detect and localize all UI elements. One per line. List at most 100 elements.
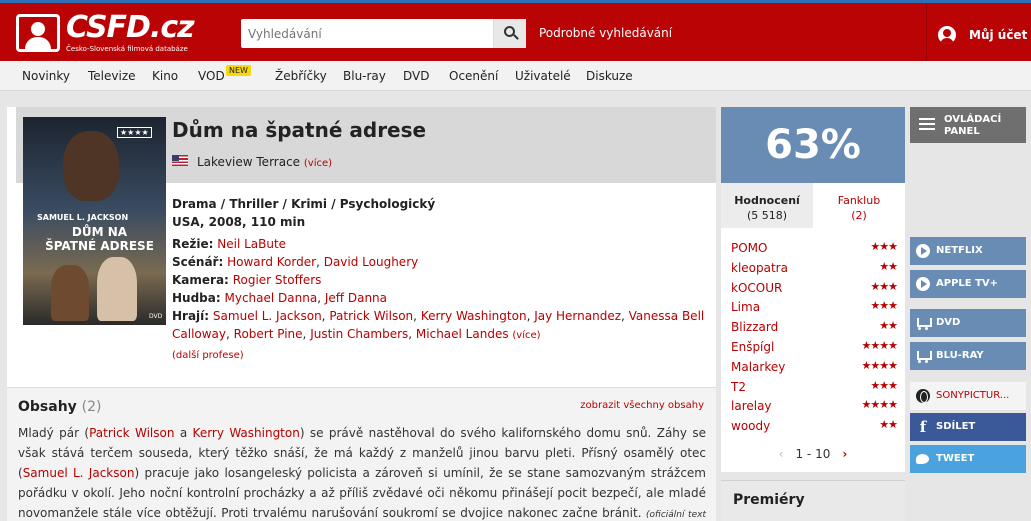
cast-link[interactable]: Robert Pine bbox=[234, 327, 303, 341]
pager-range: 1 - 10 bbox=[795, 447, 831, 461]
chevron-left-icon[interactable]: ‹ bbox=[779, 447, 784, 461]
plot-text: Mladý pár (Patrick Wilson a Kerry Washin… bbox=[18, 423, 706, 521]
tab-ratings[interactable]: Hodnocení (5 518) bbox=[721, 183, 813, 228]
list-item: woody ★★ bbox=[731, 418, 898, 438]
tab-ratings-count: (5 518) bbox=[746, 209, 788, 222]
plot-title-text: Obsahy bbox=[18, 399, 77, 415]
director-link[interactable]: Neil LaBute bbox=[217, 237, 286, 251]
rating-stars: ★★★★ bbox=[861, 358, 898, 372]
poster-figure-woman bbox=[51, 265, 89, 321]
user-link[interactable]: woody bbox=[731, 419, 770, 433]
nav-item-dvd[interactable]: DVD bbox=[403, 69, 429, 83]
user-link[interactable]: kOCOUR bbox=[731, 281, 782, 295]
writer-label: Scénář: bbox=[172, 255, 224, 269]
nav-item-televize[interactable]: Televize bbox=[88, 69, 136, 83]
main-nav: Novinky Televize Kino VOD NEW Žebříčky B… bbox=[0, 61, 1031, 91]
nav-item-novinky[interactable]: Novinky bbox=[22, 69, 70, 83]
plot-text-part: Mladý pár ( bbox=[18, 426, 90, 440]
user-link[interactable]: Malarkey bbox=[731, 360, 785, 374]
writer-link[interactable]: David Loughery bbox=[324, 255, 419, 269]
search-button[interactable] bbox=[493, 19, 526, 48]
site-logo[interactable]: CSFD.cz Česko-Slovenská filmová databáze bbox=[16, 10, 195, 56]
control-panel-button[interactable]: OVLÁDACÍ PANEL bbox=[910, 107, 1026, 143]
plot-actor-link[interactable]: Kerry Washington bbox=[193, 426, 300, 440]
rating-stars: ★★★★ bbox=[861, 398, 898, 412]
search-input[interactable] bbox=[241, 19, 493, 48]
film-poster[interactable]: ★★★★ SAMUEL L. JACKSON DŮM NA ŠPATNÉ ADR… bbox=[23, 117, 166, 325]
nav-item-oceneni[interactable]: Ocenění bbox=[449, 69, 498, 83]
more-professions-link[interactable]: (další profese) bbox=[172, 350, 244, 361]
music-link[interactable]: Mychael Danna bbox=[225, 291, 318, 305]
cast-link[interactable]: Michael Landes bbox=[416, 327, 509, 341]
cast-link[interactable]: Justin Chambers bbox=[310, 327, 408, 341]
netflix-button[interactable]: NETFLIX bbox=[910, 237, 1026, 265]
tweet-label: TWEET bbox=[936, 453, 975, 464]
twitter-tweet-button[interactable]: TWEET bbox=[910, 445, 1026, 473]
user-link[interactable]: T2 bbox=[731, 380, 746, 394]
rating-stars: ★★★ bbox=[870, 279, 898, 293]
dvd-buy-label: DVD bbox=[936, 317, 961, 328]
film-genres: Drama / Thriller / Krimi / Psychologický bbox=[172, 197, 436, 211]
cart-icon bbox=[916, 316, 932, 330]
user-link[interactable]: Blizzard bbox=[731, 320, 778, 334]
rating-stars: ★★★ bbox=[870, 240, 898, 253]
show-all-plots-link[interactable]: zobrazit všechny obsahy bbox=[580, 400, 704, 411]
user-link[interactable]: kleopatra bbox=[731, 261, 788, 275]
chevron-right-icon[interactable]: › bbox=[842, 447, 847, 461]
poster-title: DŮM NA ŠPATNÉ ADRESE bbox=[37, 225, 162, 253]
user-link[interactable]: POMO bbox=[731, 241, 767, 255]
camera-row: Kamera: Rogier Stoffers bbox=[172, 271, 707, 289]
plot-actor-link[interactable]: Samuel L. Jackson bbox=[23, 466, 135, 480]
cast-link[interactable]: Samuel L. Jackson bbox=[213, 309, 322, 323]
appletv-label: APPLE TV+ bbox=[936, 278, 999, 289]
poster-dvd-logo: DVD bbox=[149, 313, 163, 320]
facebook-share-button[interactable]: f SDÍLET bbox=[910, 413, 1026, 441]
nav-item-kino[interactable]: Kino bbox=[152, 69, 178, 83]
music-row: Hudba: Mychael Danna, Jeff Danna bbox=[172, 291, 388, 305]
rating-stars: ★★★ bbox=[870, 378, 898, 392]
nav-item-uzivatele[interactable]: Uživatelé bbox=[515, 69, 571, 83]
list-item: Blizzard ★★ bbox=[731, 319, 898, 339]
twitter-icon bbox=[916, 454, 929, 464]
camera-link[interactable]: Rogier Stoffers bbox=[233, 273, 322, 287]
cast-label: Hrají: bbox=[172, 309, 210, 323]
top-header: CSFD.cz Česko-Slovenská filmová databáze… bbox=[0, 0, 1031, 61]
cast-link[interactable]: Jay Hernandez bbox=[534, 309, 621, 323]
list-item: POMO ★★★ bbox=[731, 240, 898, 260]
poster-figure-man bbox=[97, 257, 137, 321]
cast-more-link[interactable]: (více) bbox=[512, 330, 540, 341]
nav-item-zebricky[interactable]: Žebříčky bbox=[275, 69, 327, 83]
new-badge: NEW bbox=[226, 65, 251, 76]
sony-link[interactable]: SONYPICTUR... bbox=[910, 382, 1026, 410]
tab-fanclub-count: (2) bbox=[851, 209, 867, 222]
poster-actor: SAMUEL L. JACKSON bbox=[37, 213, 129, 222]
cast-link[interactable]: Kerry Washington bbox=[421, 309, 527, 323]
rating-score: 63% bbox=[721, 107, 905, 183]
play-icon bbox=[916, 277, 930, 291]
facebook-icon: f bbox=[919, 418, 927, 436]
advanced-search-link[interactable]: Podrobné vyhledávání bbox=[539, 26, 672, 40]
plot-actor-link[interactable]: Patrick Wilson bbox=[89, 426, 174, 440]
header-top-line bbox=[0, 0, 1031, 3]
appletv-button[interactable]: APPLE TV+ bbox=[910, 270, 1026, 298]
tab-ratings-label: Hodnocení bbox=[734, 194, 800, 207]
tab-fanclub[interactable]: Fanklub (2) bbox=[813, 183, 905, 228]
control-panel-label: OVLÁDACÍ PANEL bbox=[944, 114, 1002, 137]
user-link[interactable]: Enšpígl bbox=[731, 340, 774, 354]
nav-item-diskuze[interactable]: Diskuze bbox=[586, 69, 633, 83]
more-titles-link[interactable]: (více) bbox=[304, 158, 332, 169]
user-link[interactable]: larelay bbox=[731, 399, 772, 413]
nav-item-vod[interactable]: VOD bbox=[198, 69, 225, 83]
dvd-buy-button[interactable]: DVD bbox=[910, 309, 1026, 337]
user-link[interactable]: Lima bbox=[731, 300, 760, 314]
more-professions-row: (další profese) bbox=[172, 345, 707, 365]
rating-stars: ★★★★ bbox=[861, 338, 898, 352]
poster-title-line-1: DŮM NA bbox=[71, 225, 128, 239]
writer-link[interactable]: Howard Korder bbox=[227, 255, 316, 269]
cast-link[interactable]: Patrick Wilson bbox=[329, 309, 413, 323]
cart-icon bbox=[916, 349, 932, 363]
bluray-buy-button[interactable]: BLU-RAY bbox=[910, 342, 1026, 370]
account-button[interactable]: Můj účet bbox=[926, 3, 1031, 61]
music-link[interactable]: Jeff Danna bbox=[325, 291, 387, 305]
nav-item-bluray[interactable]: Blu-ray bbox=[343, 69, 386, 83]
